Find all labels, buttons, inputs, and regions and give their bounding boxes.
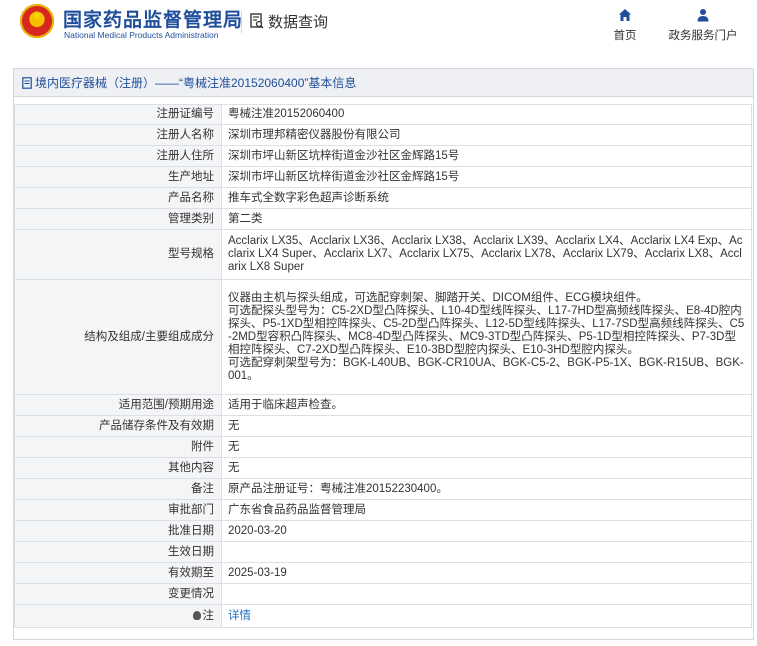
row-value: 无 <box>221 436 752 458</box>
row-value: 2020-03-20 <box>221 520 752 542</box>
table-row: 型号规格 Acclarix LX35、Acclarix LX36、Acclarix… <box>14 229 752 280</box>
header-divider <box>241 11 242 33</box>
row-label: 型号规格 <box>14 229 222 280</box>
row-value: 无 <box>221 415 752 437</box>
table-row: 备注 原产品注册证号：粤械注准20152230400。 <box>14 478 752 500</box>
row-label: 管理类别 <box>14 208 222 230</box>
device-info-table: 注册证编号 粤械注准20152060400 注册人名称 深圳市理邦精密仪器股份有限公… <box>14 104 752 628</box>
row-value: 第二类 <box>221 208 752 230</box>
row-label: 注册证编号 <box>14 104 222 125</box>
document-icon <box>22 76 32 89</box>
table-row: 注册人名称 深圳市理邦精密仪器股份有限公司 <box>14 124 752 146</box>
row-value <box>221 541 752 563</box>
home-icon <box>619 9 631 21</box>
row-value: 广东省食品药品监督管理局 <box>221 499 752 521</box>
lightbulb-icon <box>192 610 201 620</box>
data-query-title[interactable]: 数据查询 <box>250 10 328 32</box>
row-label: 生产地址 <box>14 166 222 188</box>
table-row: 附件无 <box>14 436 752 458</box>
table-row: 适用范围/预期用途 适用于临床超声检查。 <box>14 394 752 416</box>
table-row: 注册人住所 深圳市坪山新区坑梓街道金沙社区金辉路15号 <box>14 145 752 167</box>
row-label: 变更情况 <box>14 583 222 605</box>
nav-home[interactable]: 首页 <box>607 8 643 43</box>
row-label: 备注 <box>14 478 222 500</box>
row-value <box>221 583 752 605</box>
row-label: 结构及组成/主要组成成分 <box>14 279 222 395</box>
nav-service-portal-label: 政务服务门户 <box>668 30 738 42</box>
table-row: 管理类别 第二类 <box>14 208 752 230</box>
table-row: 批准日期 2020-03-20 <box>14 520 752 542</box>
row-value: 适用于临床超声检查。 <box>221 394 752 416</box>
brand-name-cn[interactable]: 国家药品监督管理局 <box>63 5 243 32</box>
row-label: 有效期至 <box>14 562 222 584</box>
panel-title-bar: 境内医疗器械（注册）——“粤械注准20152060400”基本信息 <box>14 69 753 97</box>
site-header: ★ 国家药品监督管理局 National Medical Products Ad… <box>0 0 757 58</box>
table-row: 注册证编号 粤械注准20152060400 <box>14 104 752 125</box>
table-row: 其他内容无 <box>14 457 752 479</box>
row-value: 粤械注准20152060400 <box>221 104 752 125</box>
table-row: 变更情况 <box>14 583 752 605</box>
detail-panel: 境内医疗器械（注册）——“粤械注准20152060400”基本信息 注册证编号粤… <box>13 68 754 640</box>
row-value: 深圳市坪山新区坑梓街道金沙社区金辉路15号 <box>221 166 752 188</box>
note-label-cell: 注 <box>14 604 222 628</box>
detail-link[interactable]: 详情 <box>228 610 251 622</box>
table-row: 结构及组成/主要组成成分 仪器由主机与探头组成，可选配穿刺架、脚踏开关、DICOM… <box>14 279 752 395</box>
row-label: 附件 <box>14 436 222 458</box>
row-value: 无 <box>221 457 752 479</box>
note-row: 注 详情 <box>14 604 752 628</box>
row-value: Acclarix LX35、Acclarix LX36、Acclarix LX3… <box>221 229 752 280</box>
table-row: 审批部门 广东省食品药品监督管理局 <box>14 499 752 521</box>
row-label: 审批部门 <box>14 499 222 521</box>
row-value: 深圳市坪山新区坑梓街道金沙社区金辉路15号 <box>221 145 752 167</box>
row-label: 适用范围/预期用途 <box>14 394 222 416</box>
row-label: 注册人名称 <box>14 124 222 146</box>
nav-service-portal[interactable]: 政务服务门户 <box>663 8 743 43</box>
nav-home-label: 首页 <box>613 30 637 42</box>
row-label: 生效日期 <box>14 541 222 563</box>
row-value: 深圳市理邦精密仪器股份有限公司 <box>221 124 752 146</box>
row-label: 其他内容 <box>14 457 222 479</box>
table-row: 生产地址 深圳市坪山新区坑梓街道金沙社区金辉路15号 <box>14 166 752 188</box>
row-value: 原产品注册证号：粤械注准20152230400。 <box>221 478 752 500</box>
user-icon <box>697 9 709 22</box>
table-row: 生效日期 <box>14 541 752 563</box>
row-label: 产品名称 <box>14 187 222 209</box>
document-search-icon <box>250 13 264 29</box>
data-query-label: 数据查询 <box>268 13 329 31</box>
table-row: 有效期至 2025-03-19 <box>14 562 752 584</box>
row-value: 仪器由主机与探头组成，可选配穿刺架、脚踏开关、DICOM组件、ECG模块组件。 … <box>221 279 752 395</box>
row-label: 批准日期 <box>14 520 222 542</box>
row-label: 产品储存条件及有效期 <box>14 415 222 437</box>
row-value: 推车式全数字彩色超声诊断系统 <box>221 187 752 209</box>
panel-title: 境内医疗器械（注册）——“粤械注准20152060400”基本信息 <box>35 76 357 90</box>
note-label: 注 <box>202 609 215 622</box>
table-row: 产品储存条件及有效期无 <box>14 415 752 437</box>
national-emblem-logo[interactable]: ★ <box>20 4 54 38</box>
row-value: 2025-03-19 <box>221 562 752 584</box>
brand-name-en: National Medical Products Administration <box>64 30 219 40</box>
note-value-cell: 详情 <box>221 604 752 628</box>
row-label: 注册人住所 <box>14 145 222 167</box>
table-row: 产品名称 推车式全数字彩色超声诊断系统 <box>14 187 752 209</box>
